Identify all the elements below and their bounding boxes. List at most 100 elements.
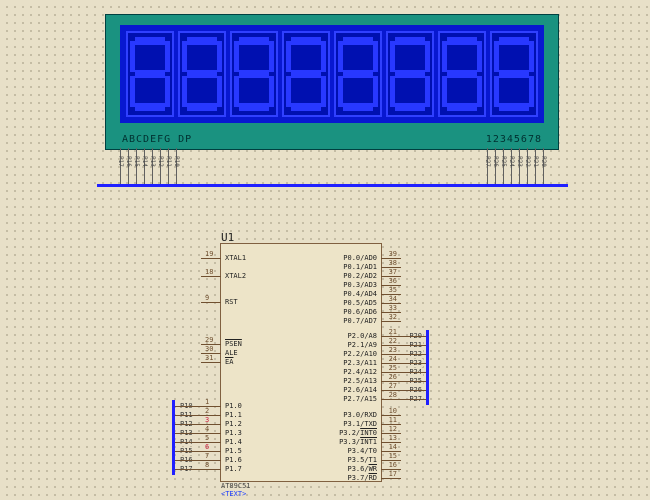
chip-pin-number: 32 [389, 313, 397, 321]
digit-3 [230, 31, 278, 117]
seven-segment-display-module[interactable]: ABCDEFG DP 12345678 [105, 14, 559, 150]
chip-pin-number: 39 [389, 250, 397, 258]
chip-pin-number: 28 [389, 391, 397, 399]
chip-pin-number: 4 [205, 425, 209, 433]
chip-pin-label: P0.7/AD7 [343, 317, 377, 325]
chip-pin-label: XTAL1 [225, 254, 246, 262]
chip-pin-number: 35 [389, 286, 397, 294]
chip-pin-label: P1.6 [225, 456, 242, 464]
chip-pin-label: P0.1/AD1 [343, 263, 377, 271]
net-wire [401, 372, 429, 373]
net-wire [401, 336, 429, 337]
display-pin-label: P26 [492, 156, 499, 167]
chip-pin-number: 19 [205, 250, 213, 258]
chip-pin-number: 37 [389, 268, 397, 276]
display-pin-label: P16 [125, 156, 132, 167]
digit-5 [334, 31, 382, 117]
chip-pin-label: P3.1/TXD [343, 420, 377, 428]
chip-pin-label: EA [225, 358, 233, 366]
net-wire [173, 415, 201, 416]
chip-pin-label: P2.1/A9 [347, 341, 377, 349]
bus-p2 [426, 330, 429, 405]
bus-display [97, 184, 568, 187]
chip-pin-number: 27 [389, 382, 397, 390]
chip-pin-number: 1 [205, 398, 209, 406]
chip-pin-number: 26 [389, 373, 397, 381]
chip-pin-label: P3.5/T1 [347, 456, 377, 464]
chip-refdes: U1 [221, 231, 234, 244]
chip-pin-number: 8 [205, 461, 209, 469]
chip-pin-label: P0.4/AD4 [343, 290, 377, 298]
chip-pin-number: 16 [389, 461, 397, 469]
chip-pin-label: P2.7/A15 [343, 395, 377, 403]
chip-pin-label: P0.3/AD3 [343, 281, 377, 289]
chip-pin-number: 6 [205, 443, 209, 451]
digit-1 [126, 31, 174, 117]
chip-pin-label: P2.4/A12 [343, 368, 377, 376]
chip-pin-number: 38 [389, 259, 397, 267]
net-wire [401, 390, 429, 391]
chip-pin-label: P0.0/AD0 [343, 254, 377, 262]
chip-pin-number: 14 [389, 443, 397, 451]
chip-pin-label: P0.5/AD5 [343, 299, 377, 307]
chip-pin-number: 9 [205, 294, 209, 302]
chip-pin-number: 24 [389, 355, 397, 363]
chip-pin-label: RST [225, 298, 238, 306]
chip-pin-label: ALE [225, 349, 238, 357]
chip-pin-label: P3.0/RXD [343, 411, 377, 419]
chip-pin-number: 29 [205, 336, 213, 344]
net-wire [173, 433, 201, 434]
display-pin-label: P12 [157, 156, 164, 167]
display-pin-label: P17 [117, 156, 124, 167]
chip-pin-lead [381, 478, 401, 479]
chip-pin-label: P0.2/AD2 [343, 272, 377, 280]
net-wire [401, 399, 429, 400]
display-pin-label: P11 [165, 156, 172, 167]
display-pin-label: P14 [141, 156, 148, 167]
chip-pin-label: P3.2/INT0 [339, 429, 377, 437]
segment-legend: ABCDEFG DP [122, 134, 192, 145]
chip-pin-number: 2 [205, 407, 209, 415]
display-pin-label: P10 [173, 156, 180, 167]
display-pin-label: P22 [524, 156, 531, 167]
chip-pin-lead [201, 276, 221, 277]
chip-pin-label: P2.2/A10 [343, 350, 377, 358]
chip-pin-number: 3 [205, 416, 209, 424]
chip-pin-lead [201, 406, 221, 407]
chip-pin-number: 7 [205, 452, 209, 460]
display-pin-label: P27 [484, 156, 491, 167]
chip-pin-number: 34 [389, 295, 397, 303]
chip-pin-label: P3.7/RD [347, 474, 377, 482]
display-pin-label: P23 [516, 156, 523, 167]
chip-pin-number: 23 [389, 346, 397, 354]
net-wire [173, 424, 201, 425]
chip-pin-lead [201, 362, 221, 363]
display-pin-label: P20 [540, 156, 547, 167]
chip-pin-number: 12 [389, 425, 397, 433]
chip-pin-label: XTAL2 [225, 272, 246, 280]
chip-pin-label: P1.7 [225, 465, 242, 473]
digit-2 [178, 31, 226, 117]
chip-pin-number: 22 [389, 337, 397, 345]
chip-pin-label: P1.2 [225, 420, 242, 428]
chip-pin-label: P2.5/A13 [343, 377, 377, 385]
chip-pin-lead [201, 415, 221, 416]
bus-p1 [172, 400, 175, 475]
chip-pin-lead [381, 399, 401, 400]
chip-pin-lead [201, 433, 221, 434]
chip-pin-label: P1.4 [225, 438, 242, 446]
chip-pin-number: 30 [205, 345, 213, 353]
net-wire [173, 406, 201, 407]
net-wire [173, 460, 201, 461]
chip-pin-number: 17 [389, 470, 397, 478]
chip-pin-lead [201, 442, 221, 443]
digit-7 [438, 31, 486, 117]
chip-pin-label: P2.0/A8 [347, 332, 377, 340]
chip-pin-number: 21 [389, 328, 397, 336]
chip-pin-lead [201, 451, 221, 452]
chip-pin-label: P1.1 [225, 411, 242, 419]
chip-pin-number: 13 [389, 434, 397, 442]
chip-pin-label: P1.5 [225, 447, 242, 455]
net-wire [401, 363, 429, 364]
mcu-chip[interactable]: U1 AT89C51 <TEXT> XTAL119XTAL218RST9PSEN… [220, 243, 382, 482]
